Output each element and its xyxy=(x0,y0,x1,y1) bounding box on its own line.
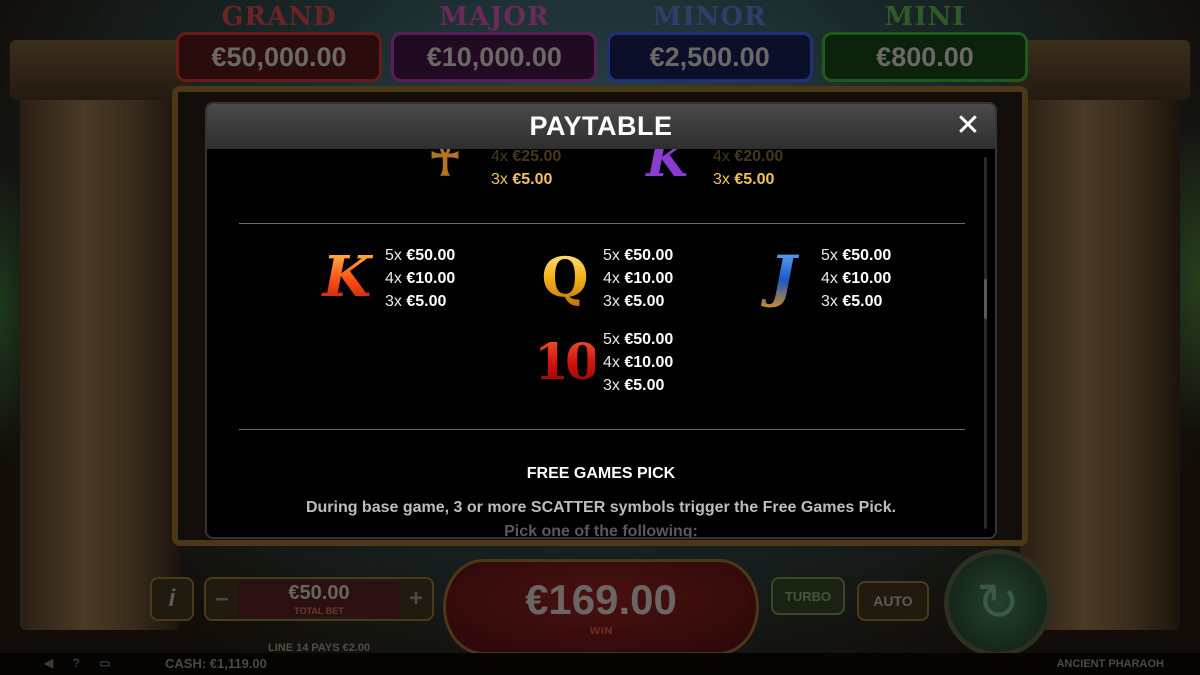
pay-line: 3x €5.00 xyxy=(491,171,553,188)
total-bet-value: €50.00 xyxy=(288,582,350,604)
ankh-symbol-icon: ☥ xyxy=(428,149,462,186)
spin-button[interactable]: ↻ xyxy=(944,549,1052,657)
q-symbol-icon: Q xyxy=(535,244,595,310)
modal-header: PAYTABLE ✕ xyxy=(207,104,995,149)
decrease-bet-button[interactable]: – xyxy=(208,579,236,619)
pay-line: 4x €10.00 xyxy=(821,270,892,287)
bet-selector: – €50.00 TOTAL BET + xyxy=(204,577,434,621)
pay-line: 4x €10.00 xyxy=(385,270,456,287)
jackpot-major: MAJOR €10,000.00 xyxy=(391,0,598,82)
pay-line: 3x €5.00 xyxy=(385,293,447,310)
bottom-control-bar: i – €50.00 TOTAL BET + LINE 14 PAYS €2.0… xyxy=(0,545,1200,675)
free-games-description: During base game, 3 or more SCATTER symb… xyxy=(305,499,897,516)
pay-line: 4x €10.00 xyxy=(603,270,674,287)
pay-list: 5x €50.00 4x €10.00 3x €5.00 xyxy=(603,244,673,313)
info-button[interactable]: i xyxy=(150,577,194,621)
scrollbar-thumb[interactable] xyxy=(984,279,987,319)
pillar-right xyxy=(1010,40,1190,630)
paytable-modal: PAYTABLE ✕ ☥ 4x €25.00 3x €5.00 K 4x €20… xyxy=(205,102,997,539)
k-symbol-icon: K xyxy=(317,244,377,310)
pillar-left xyxy=(10,40,190,630)
free-games-title: FREE GAMES PICK xyxy=(526,465,676,482)
ten-symbol-icon: 10 xyxy=(534,328,600,394)
increase-bet-button[interactable]: + xyxy=(402,579,430,619)
modal-title: PAYTABLE xyxy=(529,111,673,141)
jackpot-value: €50,000.00 xyxy=(176,32,382,82)
win-value: €169.00 xyxy=(525,576,677,623)
pay-line: 3x €5.00 xyxy=(821,293,883,310)
pay-line: 4x €25.00 xyxy=(491,149,562,165)
close-icon[interactable]: ✕ xyxy=(953,111,983,142)
pay-list: 5x €50.00 4x €10.00 3x €5.00 xyxy=(385,244,455,313)
pay-line: 5x €50.00 xyxy=(603,247,674,264)
jackpot-name: GRAND xyxy=(221,2,337,32)
pay-list: 4x €25.00 3x €5.00 xyxy=(491,149,561,191)
total-bet-display: €50.00 TOTAL BET xyxy=(238,581,400,617)
pay-list: 5x €50.00 4x €10.00 3x €5.00 xyxy=(603,328,673,397)
jackpot-name: MINI xyxy=(884,2,966,32)
divider xyxy=(239,223,965,224)
total-bet-label: TOTAL BET xyxy=(294,606,344,616)
auto-button[interactable]: AUTO xyxy=(857,581,929,621)
pay-line: 3x €5.00 xyxy=(603,377,665,394)
jackpot-minor: MINOR €2,500.00 xyxy=(606,0,813,82)
jackpot-name: MINOR xyxy=(652,2,767,32)
jackpot-name: MAJOR xyxy=(439,2,550,32)
pay-line: 5x €50.00 xyxy=(603,331,674,348)
win-display: €169.00 WIN xyxy=(443,559,759,655)
jackpot-mini: MINI €800.00 xyxy=(821,0,1028,82)
sound-help-history-icons[interactable]: ◀ ? ▭ xyxy=(44,656,119,670)
pay-line: 3x €5.00 xyxy=(603,293,665,310)
pay-line: 4x €10.00 xyxy=(603,354,674,371)
jackpot-value: €10,000.00 xyxy=(391,32,598,82)
free-games-description-continued: Pick one of the following: xyxy=(504,523,698,537)
jackpot-bar: GRAND €50,000.00 MAJOR €10,000.00 MINOR … xyxy=(176,0,1028,82)
jackpot-grand: GRAND €50,000.00 xyxy=(176,0,382,82)
pay-list: 4x €20.00 3x €5.00 xyxy=(713,149,783,191)
turbo-button[interactable]: TURBO xyxy=(771,577,845,615)
pay-list: 5x €50.00 4x €10.00 3x €5.00 xyxy=(821,244,891,313)
spin-icon: ↻ xyxy=(976,573,1020,633)
pay-line: 3x €5.00 xyxy=(713,171,775,188)
paytable-content[interactable]: ☥ 4x €25.00 3x €5.00 K 4x €20.00 3x €5.0… xyxy=(207,149,995,537)
game-name: ANCIENT PHARAOH xyxy=(1056,658,1164,670)
pay-line: 5x €50.00 xyxy=(821,247,892,264)
cash-balance: CASH: €1,119.00 xyxy=(165,656,267,671)
pay-line: 4x €20.00 xyxy=(713,149,784,165)
jackpot-value: €800.00 xyxy=(821,32,1028,82)
win-label: WIN xyxy=(589,626,613,637)
j-symbol-icon: J xyxy=(753,244,813,310)
status-bar: ◀ ? ▭ CASH: €1,119.00 ANCIENT PHARAOH xyxy=(0,653,1200,675)
divider xyxy=(239,429,965,430)
jackpot-value: €2,500.00 xyxy=(606,32,813,82)
pay-line: 5x €50.00 xyxy=(385,247,456,264)
k-purple-symbol-icon: K xyxy=(646,149,688,188)
